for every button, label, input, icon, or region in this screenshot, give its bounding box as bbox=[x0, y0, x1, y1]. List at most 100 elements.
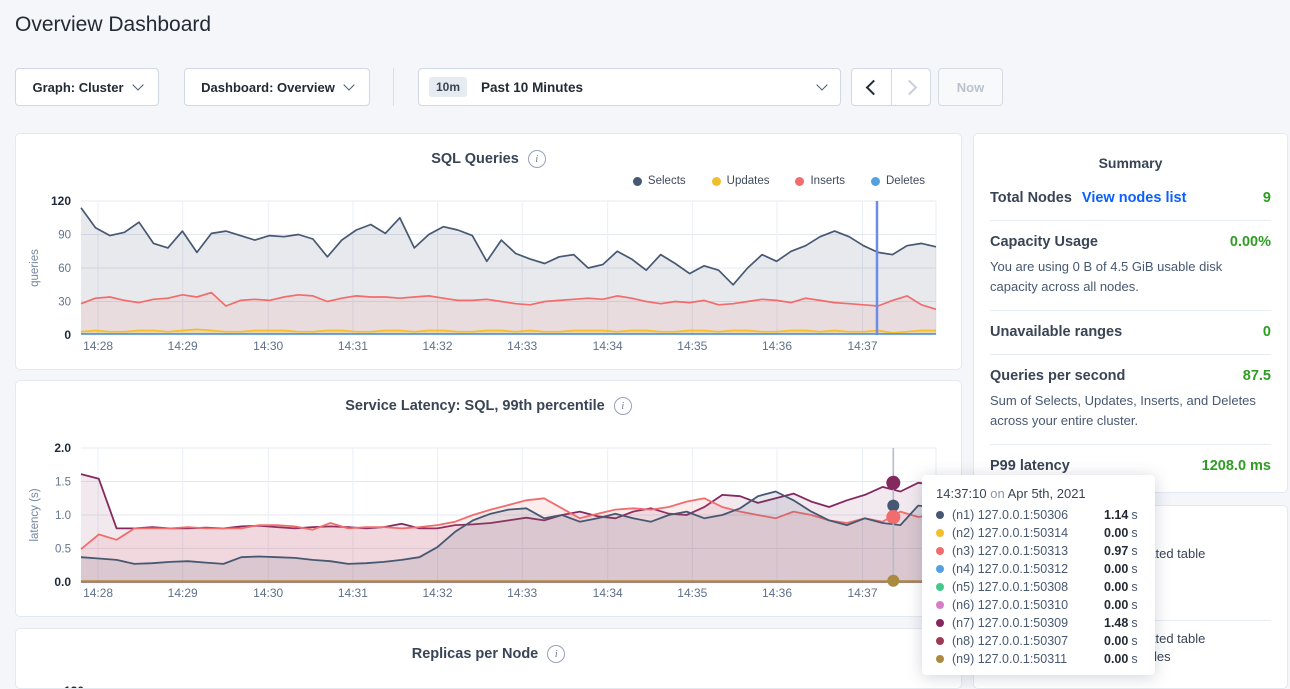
summary-row-value: 9 bbox=[1263, 190, 1271, 206]
replicas-per-node-card: Replicas per Node i 120 bbox=[15, 628, 962, 689]
svg-text:1.5: 1.5 bbox=[55, 477, 71, 489]
chart-hover-tooltip: 14:37:10 on Apr 5th, 2021 (n1) 127.0.0.1… bbox=[922, 475, 1155, 675]
svg-text:14:28: 14:28 bbox=[83, 339, 113, 353]
tooltip-value-unit: s bbox=[1131, 526, 1137, 540]
tooltip-row: (n6) 127.0.0.1:503100.00s bbox=[936, 596, 1141, 614]
info-icon[interactable]: i bbox=[614, 397, 632, 415]
svg-text:0.5: 0.5 bbox=[55, 544, 71, 556]
svg-text:14:35: 14:35 bbox=[677, 586, 707, 600]
summary-row-label: P99 latency bbox=[990, 458, 1070, 474]
chevron-right-icon bbox=[901, 79, 917, 95]
node-color-dot bbox=[936, 547, 944, 555]
svg-text:0.0: 0.0 bbox=[54, 575, 71, 589]
summary-row-value: 87.5 bbox=[1243, 368, 1271, 384]
node-color-dot bbox=[936, 601, 944, 609]
node-color-dot bbox=[936, 637, 944, 645]
svg-text:14:31: 14:31 bbox=[338, 339, 368, 353]
tooltip-row: (n8) 127.0.0.1:503070.00s bbox=[936, 632, 1141, 650]
tooltip-node-value: 0.00 bbox=[1104, 526, 1128, 540]
tooltip-node-value: 0.00 bbox=[1104, 598, 1128, 612]
svg-text:14:32: 14:32 bbox=[422, 586, 452, 600]
hover-dot bbox=[887, 575, 899, 587]
tooltip-node-address: (n9) 127.0.0.1:50311 bbox=[952, 652, 1104, 666]
legend-item-deletes[interactable]: Deletes bbox=[871, 175, 925, 187]
legend-label: Updates bbox=[727, 175, 770, 187]
tooltip-node-value: 1.14 bbox=[1104, 508, 1128, 522]
node-color-dot bbox=[936, 529, 944, 537]
svg-text:14:37: 14:37 bbox=[847, 339, 877, 353]
node-color-dot bbox=[936, 583, 944, 591]
sql-queries-chart[interactable]: 030609012014:2814:2914:3014:3114:3214:33… bbox=[16, 193, 963, 358]
graph-scope-dropdown[interactable]: Graph: Cluster bbox=[15, 68, 159, 106]
node-color-dot bbox=[936, 655, 944, 663]
dashboard-dropdown[interactable]: Dashboard: Overview bbox=[184, 68, 370, 106]
tooltip-node-address: (n1) 127.0.0.1:50306 bbox=[952, 508, 1104, 522]
node-color-dot bbox=[936, 511, 944, 519]
dashboard-dropdown-label: Dashboard: Overview bbox=[201, 80, 335, 95]
legend-item-inserts[interactable]: Inserts bbox=[795, 175, 845, 187]
svg-text:14:34: 14:34 bbox=[593, 339, 623, 353]
now-button-disabled[interactable]: Now bbox=[938, 68, 1003, 106]
svg-text:14:35: 14:35 bbox=[677, 339, 707, 353]
svg-text:14:36: 14:36 bbox=[762, 339, 792, 353]
tooltip-row: (n4) 127.0.0.1:503120.00s bbox=[936, 560, 1141, 578]
time-range-badge: 10m bbox=[429, 77, 467, 97]
summary-row-value: 0.00% bbox=[1230, 234, 1271, 250]
tooltip-value-unit: s bbox=[1131, 616, 1137, 630]
sql-queries-card: SQL Queries i Selects Updates Inserts Delet… bbox=[15, 133, 962, 370]
tooltip-value-unit: s bbox=[1131, 580, 1137, 594]
summary-rows: Total Nodes View nodes list 9 Capacity Usag… bbox=[990, 177, 1271, 488]
svg-text:14:32: 14:32 bbox=[422, 339, 452, 353]
svg-text:14:33: 14:33 bbox=[507, 339, 537, 353]
tooltip-value-unit: s bbox=[1131, 634, 1137, 648]
summary-row: Unavailable ranges0 bbox=[990, 311, 1271, 355]
legend-item-updates[interactable]: Updates bbox=[712, 175, 770, 187]
svg-text:14:29: 14:29 bbox=[168, 339, 198, 353]
tooltip-value-unit: s bbox=[1131, 508, 1137, 522]
legend-label: Selects bbox=[648, 175, 686, 187]
chevron-down-icon bbox=[816, 79, 827, 90]
tooltip-row: (n3) 127.0.0.1:503130.97s bbox=[936, 542, 1141, 560]
tooltip-node-value: 0.00 bbox=[1104, 652, 1128, 666]
summary-row-description: You are using 0 B of 4.5 GiB usable disk… bbox=[990, 257, 1271, 296]
summary-panel: Summary Total Nodes View nodes list 9 Capac… bbox=[973, 133, 1288, 493]
chevron-down-icon bbox=[132, 79, 143, 90]
hover-dot bbox=[886, 510, 900, 524]
tooltip-node-value: 1.48 bbox=[1104, 616, 1128, 630]
time-nav-arrows bbox=[851, 68, 931, 106]
svg-text:120: 120 bbox=[51, 194, 71, 208]
time-forward-button-disabled[interactable] bbox=[891, 69, 930, 105]
tooltip-node-value: 0.97 bbox=[1104, 544, 1128, 558]
info-icon[interactable]: i bbox=[528, 150, 546, 168]
hover-dot bbox=[887, 500, 899, 512]
svg-text:14:34: 14:34 bbox=[593, 586, 623, 600]
summary-row: Capacity Usage0.00%You are using 0 B of … bbox=[990, 221, 1271, 311]
controls-bar: Graph: Cluster Dashboard: Overview 10m P… bbox=[15, 68, 1003, 106]
legend-dot bbox=[871, 177, 880, 186]
tooltip-node-address: (n5) 127.0.0.1:50308 bbox=[952, 580, 1104, 594]
legend-label: Inserts bbox=[810, 175, 845, 187]
summary-row-description: Sum of Selects, Updates, Inserts, and De… bbox=[990, 391, 1271, 430]
svg-text:latency (s): latency (s) bbox=[29, 488, 41, 541]
tooltip-value-unit: s bbox=[1131, 598, 1137, 612]
tooltip-timestamp: 14:37:10 on Apr 5th, 2021 bbox=[936, 486, 1141, 501]
svg-text:2.0: 2.0 bbox=[54, 441, 71, 455]
legend-item-selects[interactable]: Selects bbox=[633, 175, 686, 187]
svg-text:60: 60 bbox=[58, 263, 71, 275]
legend-label: Deletes bbox=[886, 175, 925, 187]
replicas-ytick-partial: 120 bbox=[64, 684, 84, 689]
summary-title: Summary bbox=[990, 134, 1271, 177]
svg-text:14:33: 14:33 bbox=[507, 586, 537, 600]
summary-row: Total Nodes View nodes list 9 bbox=[990, 177, 1271, 221]
info-icon[interactable]: i bbox=[547, 645, 565, 663]
sql-queries-title: SQL Queries bbox=[431, 151, 519, 167]
time-back-button[interactable] bbox=[852, 69, 891, 105]
controls-divider bbox=[393, 68, 394, 106]
legend-dot bbox=[633, 177, 642, 186]
service-latency-chart[interactable]: 0.00.51.01.52.014:2814:2914:3014:3114:32… bbox=[16, 440, 963, 605]
graph-scope-dropdown-label: Graph: Cluster bbox=[32, 80, 123, 95]
summary-row-label: Total Nodes bbox=[990, 190, 1072, 206]
time-range-selector[interactable]: 10m Past 10 Minutes bbox=[418, 68, 841, 106]
replicas-per-node-title: Replicas per Node bbox=[412, 646, 539, 662]
view-nodes-list-link[interactable]: View nodes list bbox=[1082, 190, 1187, 206]
